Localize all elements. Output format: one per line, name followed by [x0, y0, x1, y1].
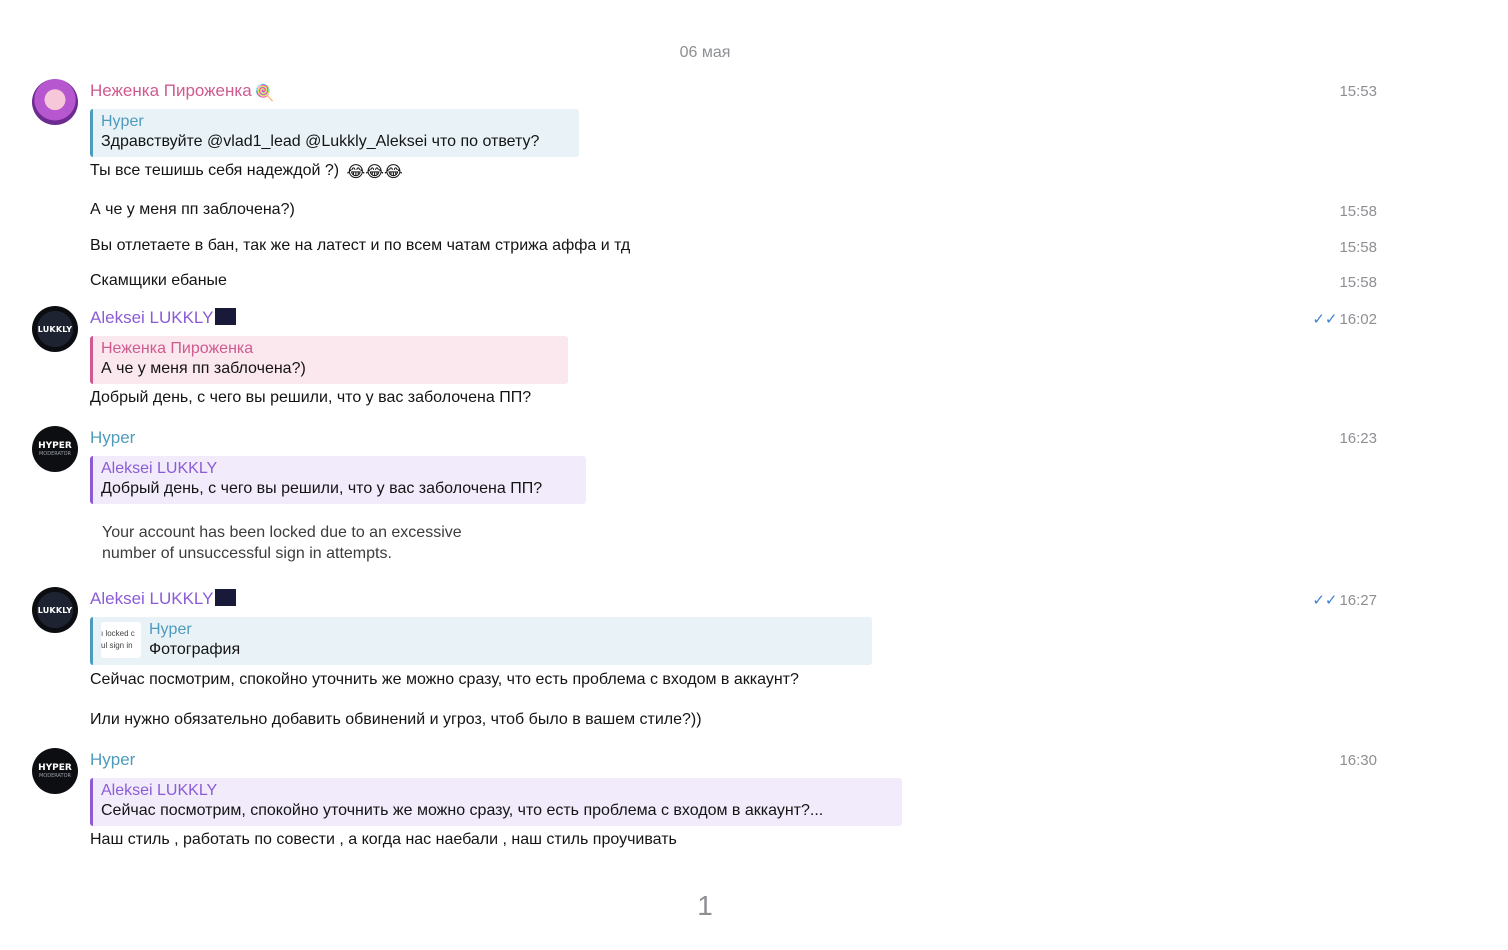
- message-time-label: 16:02: [1339, 311, 1377, 328]
- reply-text: Сейчас посмотрим, спокойно уточнить же м…: [101, 802, 824, 819]
- sender-name[interactable]: Hyper: [90, 750, 135, 770]
- avatar-label: LUKKLY: [37, 324, 73, 334]
- message-text-body: Ты все тешишь себя надеждой ?): [90, 162, 340, 179]
- message-text: Добрый день, с чего вы решили, что у вас…: [90, 389, 532, 406]
- photo-thumbnail: ı locked c ul sign in: [101, 622, 141, 658]
- avatar[interactable]: HYPER MODERATOR: [32, 426, 78, 472]
- message-text: Или нужно обязательно добавить обвинений…: [90, 711, 702, 728]
- message-time: 15:53: [1339, 83, 1377, 100]
- reply-author: Неженка Пироженка: [101, 340, 254, 357]
- reply-quote[interactable]: Неженка Пироженка А че у меня пп заблоче…: [90, 336, 568, 384]
- message-time: 16:30: [1339, 752, 1377, 769]
- avatar[interactable]: [32, 79, 78, 125]
- square-emoji-icon: [215, 589, 237, 606]
- page-number: 1: [697, 890, 713, 921]
- avatar[interactable]: LUKKLY: [32, 306, 78, 352]
- square-emoji-icon: [215, 308, 237, 325]
- message-text: А че у меня пп заблочена?): [90, 201, 295, 218]
- message-time: 16:23: [1339, 430, 1377, 447]
- reply-text: Здравствуйте @vlad1_lead @Lukkly_Aleksei…: [101, 133, 540, 150]
- reply-author: Aleksei LUKKLY: [101, 782, 218, 799]
- reply-text: Фотография: [149, 641, 241, 658]
- avatar-sublabel: MODERATOR: [38, 772, 72, 779]
- message-time: ✓✓ 16:27: [1312, 591, 1377, 609]
- avatar-label: HYPER: [38, 762, 72, 773]
- avatar-sublabel: MODERATOR: [38, 450, 72, 457]
- message-time: 15:58: [1339, 239, 1377, 256]
- avatar-label: LUKKLY: [37, 605, 73, 615]
- avatar-label: HYPER: [38, 440, 72, 451]
- avatar[interactable]: HYPER MODERATOR: [32, 748, 78, 794]
- avatar[interactable]: LUKKLY: [32, 587, 78, 633]
- sender-name-label: Неженка Пироженка: [90, 81, 252, 100]
- message-time: ✓✓ 16:02: [1312, 310, 1377, 328]
- reply-quote[interactable]: Aleksei LUKKLY Сейчас посмотрим, спокойн…: [90, 778, 902, 826]
- message-text: Вы отлетаете в бан, так же на латест и п…: [90, 237, 631, 254]
- thumb-text-line: ul sign in: [101, 641, 133, 650]
- message-time: 15:58: [1339, 274, 1377, 291]
- message-time: 15:58: [1339, 203, 1377, 220]
- message-text: Наш стиль , работать по совести , а когд…: [90, 831, 677, 848]
- sender-name[interactable]: Неженка Пироженка 🍭: [90, 81, 275, 103]
- sender-name-label: Aleksei LUKKLY: [90, 589, 214, 608]
- message-text: Сейчас посмотрим, спокойно уточнить же м…: [90, 671, 799, 688]
- reply-author: Hyper: [149, 621, 192, 638]
- reply-text: А че у меня пп заблочена?): [101, 360, 306, 377]
- thumb-text-line: ı locked c: [101, 629, 135, 638]
- lollipop-icon: 🍭: [254, 85, 275, 102]
- reply-author: Aleksei LUKKLY: [101, 460, 218, 477]
- message-text: Ты все тешишь себя надеждой ?) 😂😂😂: [90, 162, 403, 182]
- laughing-emoji-icon: 😂😂😂: [346, 164, 403, 181]
- sender-name[interactable]: Aleksei LUKKLY: [90, 589, 237, 609]
- reply-quote[interactable]: Hyper Здравствуйте @vlad1_lead @Lukkly_A…: [90, 109, 579, 157]
- message-time-label: 16:27: [1339, 592, 1377, 609]
- sender-name-label: Aleksei LUKKLY: [90, 308, 214, 327]
- read-ticks-icon: ✓✓: [1312, 311, 1338, 328]
- sender-name[interactable]: Aleksei LUKKLY: [90, 308, 237, 328]
- sender-name[interactable]: Hyper: [90, 428, 135, 448]
- read-ticks-icon: ✓✓: [1312, 592, 1338, 609]
- reply-quote[interactable]: ı locked c ul sign in Hyper Фотография: [90, 617, 872, 665]
- reply-author: Hyper: [101, 113, 144, 130]
- reply-quote[interactable]: Aleksei LUKKLY Добрый день, с чего вы ре…: [90, 456, 586, 504]
- message-text: Скамщики ебаные: [90, 272, 227, 289]
- date-separator: 06 мая: [679, 44, 731, 61]
- photo-attachment[interactable]: Your account has been locked due to an e…: [102, 522, 482, 564]
- reply-text: Добрый день, с чего вы решили, что у вас…: [101, 480, 543, 497]
